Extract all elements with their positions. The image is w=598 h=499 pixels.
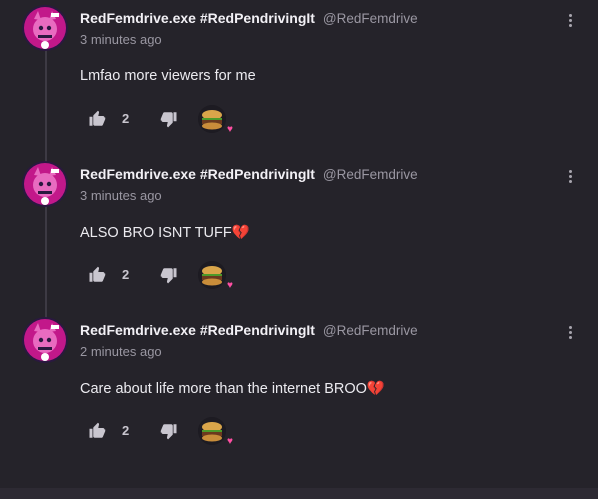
timestamp[interactable]: 3 minutes ago [80, 32, 162, 47]
like-count: 2 [122, 267, 130, 282]
creator-heart-button[interactable]: ♥ [198, 103, 238, 137]
more-options-icon[interactable] [560, 322, 580, 342]
author-name[interactable]: RedFemdrive.exe #RedPendrivingIt [80, 322, 315, 338]
comment-actions: 2 ♥ [88, 258, 268, 292]
thumbs-down-icon[interactable] [160, 422, 178, 440]
creator-avatar [198, 417, 226, 445]
author-name[interactable]: RedFemdrive.exe #RedPendrivingIt [80, 10, 315, 26]
like-count: 2 [122, 423, 130, 438]
author-handle[interactable]: @RedFemdrive [323, 167, 418, 182]
creator-heart-button[interactable]: ♥ [198, 259, 238, 293]
more-options-icon[interactable] [560, 10, 580, 30]
comment-header: RedFemdrive.exe #RedPendrivingIt @RedFem… [80, 322, 418, 338]
comment-actions: 2 ♥ [88, 102, 268, 136]
thumbs-down-icon[interactable] [160, 110, 178, 128]
comment-text: ALSO BRO ISNT TUFF💔 [80, 225, 250, 241]
timestamp[interactable]: 3 minutes ago [80, 188, 162, 203]
comment-text: Lmfao more viewers for me [80, 68, 256, 84]
timestamp[interactable]: 2 minutes ago [80, 344, 162, 359]
author-name[interactable]: RedFemdrive.exe #RedPendrivingIt [80, 166, 315, 182]
avatar[interactable] [22, 5, 68, 51]
bottom-bar [0, 488, 598, 499]
creator-avatar [198, 105, 226, 133]
thumbs-up-icon[interactable] [88, 266, 106, 284]
thumbs-down-icon[interactable] [160, 266, 178, 284]
comment-text: Care about life more than the internet B… [80, 381, 385, 397]
comment-2: RedFemdrive.exe #RedPendrivingIt @RedFem… [0, 158, 598, 314]
avatar[interactable] [22, 161, 68, 207]
author-handle[interactable]: @RedFemdrive [323, 11, 418, 26]
more-options-icon[interactable] [560, 166, 580, 186]
thumbs-up-icon[interactable] [88, 422, 106, 440]
creator-avatar [198, 261, 226, 289]
heart-icon: ♥ [227, 436, 233, 447]
avatar[interactable] [22, 317, 68, 363]
comment-header: RedFemdrive.exe #RedPendrivingIt @RedFem… [80, 10, 418, 26]
author-handle[interactable]: @RedFemdrive [323, 323, 418, 338]
heart-icon: ♥ [227, 280, 233, 291]
like-count: 2 [122, 111, 130, 126]
comment-header: RedFemdrive.exe #RedPendrivingIt @RedFem… [80, 166, 418, 182]
comment-3: RedFemdrive.exe #RedPendrivingIt @RedFem… [0, 314, 598, 470]
comment-1: RedFemdrive.exe #RedPendrivingIt @RedFem… [0, 2, 598, 158]
heart-icon: ♥ [227, 124, 233, 135]
creator-heart-button[interactable]: ♥ [198, 415, 238, 449]
comment-actions: 2 ♥ [88, 414, 268, 448]
thumbs-up-icon[interactable] [88, 110, 106, 128]
